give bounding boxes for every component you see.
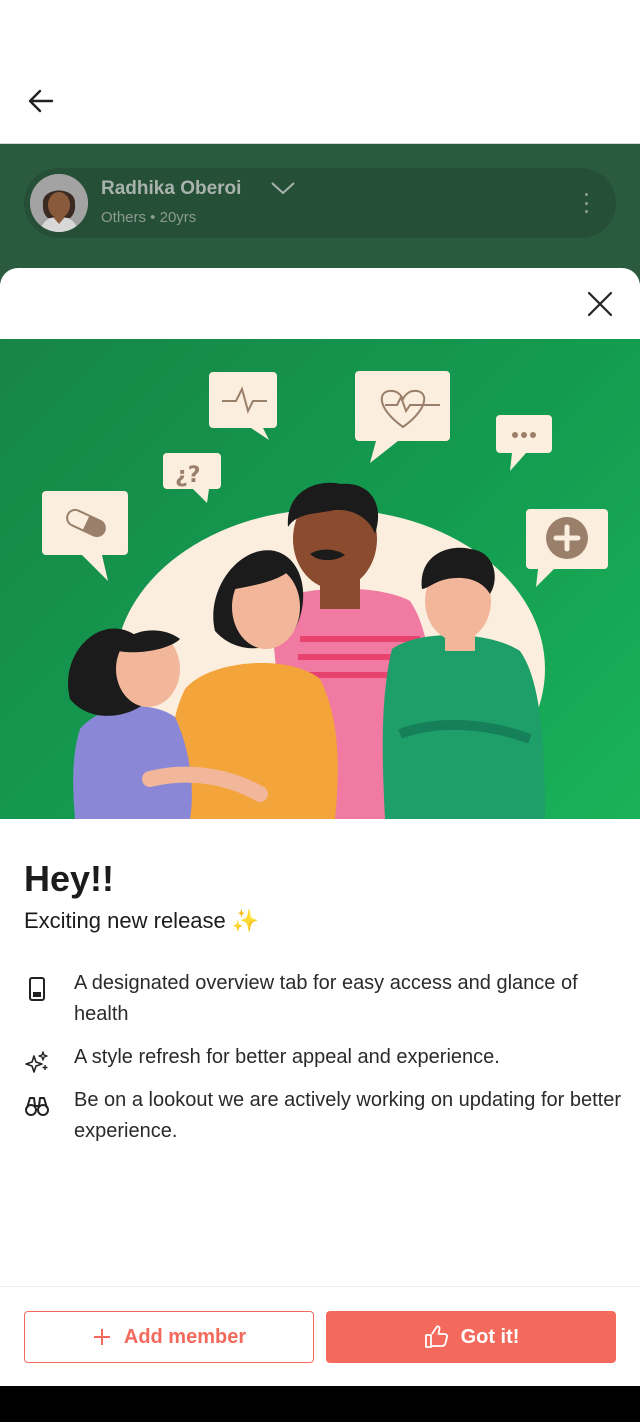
add-member-button[interactable]: Add member [24, 1311, 314, 1363]
feature-text: A style refresh for better appeal and ex… [74, 1046, 500, 1068]
feature-text: A designated overview tab for easy acces… [74, 972, 578, 1025]
close-button[interactable] [584, 288, 616, 320]
binoculars-icon [25, 1097, 49, 1116]
list-item: A style refresh for better appeal and ex… [24, 1042, 624, 1073]
chevron-down-icon [271, 182, 295, 195]
list-item: Be on a lookout we are actively working … [24, 1085, 624, 1147]
profile-name: Radhika Oberoi [101, 178, 242, 199]
release-subtitle-text: Exciting new release [24, 908, 226, 933]
plus-icon [92, 1327, 112, 1347]
feature-text: Be on a lookout we are actively working … [74, 1089, 621, 1142]
close-icon [587, 291, 613, 317]
more-options-icon[interactable] [582, 193, 590, 213]
thumbs-up-icon [423, 1324, 449, 1350]
add-member-label: Add member [123, 1325, 247, 1348]
list-item: A designated overview tab for easy acces… [24, 968, 624, 1030]
question-bubble-icon: ¿? [163, 453, 221, 503]
hero-illustration: ¿? [0, 339, 640, 819]
release-subtitle: Exciting new release ✨ [24, 908, 259, 934]
heart-bubble-icon [355, 371, 450, 463]
got-it-label: Got it! [460, 1325, 520, 1348]
back-button[interactable] [22, 82, 60, 120]
plus-bubble-icon [526, 509, 608, 587]
sparkle-emoji: ✨ [231, 908, 260, 933]
sparkles-icon [25, 1051, 48, 1073]
profile-subtitle: Others • 20yrs [101, 209, 197, 226]
question-bubble-text: ¿? [175, 463, 201, 488]
avatar [30, 174, 88, 232]
pill-bubble-icon [42, 491, 128, 581]
footer-actions: Add member Got it! [0, 1286, 640, 1387]
release-title: Hey!! [24, 858, 115, 899]
chat-bubble-icon [496, 415, 552, 471]
got-it-button[interactable]: Got it! [326, 1311, 616, 1363]
profile-selector[interactable]: Radhika Oberoi Others • 20yrs [24, 168, 616, 238]
phone-icon [29, 977, 45, 1001]
release-sheet: ¿? Hey!! Exciting new release ✨ A design… [0, 268, 640, 1286]
top-bar [0, 0, 640, 144]
arrow-left-icon [28, 89, 54, 113]
system-nav-bar [0, 1386, 640, 1422]
heartbeat-bubble-icon [209, 372, 277, 440]
feature-list: A designated overview tab for easy acces… [24, 968, 624, 1159]
